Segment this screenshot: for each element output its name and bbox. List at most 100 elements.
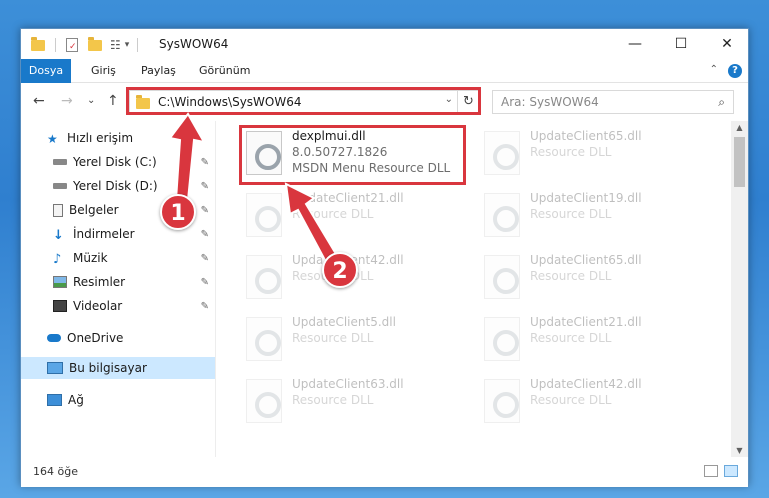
- sidebar-item-onedrive[interactable]: OneDrive: [21, 327, 215, 349]
- tab-share[interactable]: Paylaş: [131, 59, 186, 83]
- dll-file-icon: [484, 379, 520, 423]
- sidebar-item-label: Belgeler: [69, 203, 119, 217]
- sidebar-item-this-pc[interactable]: Bu bilgisayar: [21, 357, 215, 379]
- file-item[interactable]: UpdateClient63.dll Resource DLL: [240, 373, 476, 429]
- dll-file-icon: [246, 379, 282, 423]
- videos-icon: [53, 300, 67, 312]
- sidebar-item-music[interactable]: ♪ Müzik ✎: [21, 247, 215, 269]
- file-name: UpdateClient42.dll: [530, 377, 642, 391]
- sidebar-item-pictures[interactable]: Resimler ✎: [21, 271, 215, 293]
- navigation-pane: ★ Hızlı erişim Yerel Disk (C:) ✎ Yerel D…: [21, 121, 215, 457]
- scroll-down-icon[interactable]: ▼: [731, 446, 748, 455]
- file-item[interactable]: UpdateClient42.dll Resource DLL: [478, 373, 714, 429]
- dll-file-icon: [246, 193, 282, 237]
- pin-icon[interactable]: ✎: [201, 301, 209, 312]
- recent-locations-button[interactable]: ⌄: [87, 95, 95, 106]
- scroll-up-icon[interactable]: ▲: [731, 123, 748, 132]
- file-name: UpdateClient5.dll: [292, 315, 396, 329]
- search-input[interactable]: Ara: SysWOW64: [501, 95, 599, 109]
- file-version: Resource DLL: [292, 393, 374, 407]
- back-button[interactable]: ←: [33, 93, 45, 109]
- up-button[interactable]: ↑: [107, 93, 119, 109]
- file-version: Resource DLL: [292, 331, 374, 345]
- customize-icon[interactable]: ☷: [110, 38, 121, 52]
- toolbar-divider: [55, 38, 56, 52]
- sidebar-item-label: Bu bilgisayar: [69, 361, 147, 375]
- file-item[interactable]: UpdateClient21.dll Resource DLL: [478, 311, 714, 367]
- file-item[interactable]: UpdateClient21.dll Resource DLL: [240, 187, 476, 243]
- sidebar-item-label: İndirmeler: [73, 227, 135, 241]
- tab-home[interactable]: Giriş: [81, 59, 126, 83]
- help-icon[interactable]: ?: [728, 64, 742, 78]
- search-icon[interactable]: ⌕: [718, 95, 725, 110]
- tab-view[interactable]: Görünüm: [189, 59, 260, 83]
- collapse-ribbon-icon[interactable]: ⌃: [710, 64, 718, 75]
- music-icon: ♪: [53, 252, 62, 267]
- file-version: Resource DLL: [530, 331, 612, 345]
- dll-file-icon: [484, 193, 520, 237]
- file-name: UpdateClient65.dll: [530, 129, 642, 143]
- sidebar-item-videos[interactable]: Videolar ✎: [21, 295, 215, 317]
- qa-dropdown-icon[interactable]: ▾: [125, 40, 130, 50]
- pin-icon[interactable]: ✎: [201, 277, 209, 288]
- file-item[interactable]: UpdateClient5.dll Resource DLL: [240, 311, 476, 367]
- scroll-thumb[interactable]: [734, 137, 745, 187]
- file-item[interactable]: UpdateClient65.dll Resource DLL: [478, 249, 714, 305]
- sidebar-item-disk-c[interactable]: Yerel Disk (C:) ✎: [21, 151, 215, 173]
- callout-1: 1: [160, 194, 196, 230]
- new-folder-icon[interactable]: [88, 36, 102, 51]
- folder-icon: [31, 36, 45, 51]
- sidebar-item-label: Müzik: [73, 251, 108, 265]
- search-box[interactable]: Ara: SysWOW64 ⌕: [492, 90, 734, 114]
- pin-icon[interactable]: ✎: [201, 253, 209, 264]
- minimize-button[interactable]: —: [612, 29, 658, 59]
- title-bar: ✓ ☷ ▾ SysWOW64 — ☐ ✕: [21, 29, 748, 59]
- pictures-icon: [53, 276, 67, 288]
- dll-file-icon: [484, 131, 520, 175]
- drive-icon: [53, 183, 67, 189]
- quick-access-toolbar: ✓ ☷ ▾: [31, 36, 139, 53]
- dll-file-icon: [484, 317, 520, 361]
- file-item[interactable]: UpdateClient42.dll Resource DLL: [240, 249, 476, 305]
- file-name: UpdateClient21.dll: [530, 315, 642, 329]
- sidebar-item-network[interactable]: Ağ: [21, 389, 215, 411]
- details-view-icon[interactable]: [704, 465, 718, 477]
- sidebar-item-label: Ağ: [68, 393, 84, 407]
- pin-icon[interactable]: ✎: [201, 205, 209, 216]
- file-item[interactable]: UpdateClient65.dll Resource DLL: [478, 125, 714, 181]
- file-name: UpdateClient21.dll: [292, 191, 404, 205]
- network-icon: [47, 394, 62, 406]
- file-version: Resource DLL: [530, 207, 612, 221]
- cloud-icon: [47, 334, 61, 342]
- vertical-scrollbar[interactable]: ▲ ▼: [731, 121, 748, 457]
- pin-icon[interactable]: ✎: [201, 157, 209, 168]
- properties-icon[interactable]: ✓: [66, 38, 78, 52]
- file-version: Resource DLL: [530, 393, 612, 407]
- file-name: UpdateClient19.dll: [530, 191, 642, 205]
- toolbar-divider: [137, 38, 139, 52]
- dll-file-icon: [246, 255, 282, 299]
- status-bar: 164 öğe: [21, 457, 748, 487]
- file-name: UpdateClient65.dll: [530, 253, 642, 267]
- pin-icon[interactable]: ✎: [201, 229, 209, 240]
- file-name: UpdateClient63.dll: [292, 377, 404, 391]
- ribbon-tabs: Dosya Giriş Paylaş Görünüm ⌃ ?: [21, 59, 748, 115]
- sidebar-item-label: Yerel Disk (C:): [73, 155, 157, 169]
- file-item[interactable]: UpdateClient19.dll Resource DLL: [478, 187, 714, 243]
- sidebar-item-label: Videolar: [73, 299, 123, 313]
- close-button[interactable]: ✕: [704, 29, 750, 59]
- sidebar-item-label: Resimler: [73, 275, 126, 289]
- window-title: SysWOW64: [159, 37, 229, 51]
- file-highlight-box: [239, 125, 466, 185]
- pin-icon[interactable]: ✎: [201, 181, 209, 192]
- download-icon: ↓: [53, 228, 64, 243]
- file-version: Resource DLL: [530, 145, 612, 159]
- sidebar-item-disk-d[interactable]: Yerel Disk (D:) ✎: [21, 175, 215, 197]
- sidebar-item-quick-access[interactable]: ★ Hızlı erişim: [21, 127, 215, 149]
- callout-2: 2: [322, 252, 358, 288]
- dll-file-icon: [246, 317, 282, 361]
- documents-icon: [53, 203, 63, 217]
- forward-button[interactable]: →: [61, 93, 73, 109]
- large-icons-view-icon[interactable]: [724, 465, 738, 477]
- maximize-button[interactable]: ☐: [658, 29, 704, 59]
